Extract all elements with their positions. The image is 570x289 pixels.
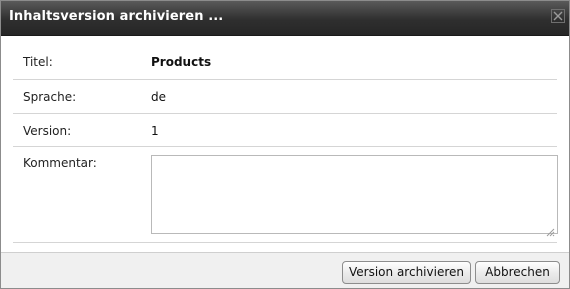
dialog-title: Inhaltsversion archivieren ... <box>9 9 224 24</box>
comment-label: Kommentar: <box>23 156 97 170</box>
language-label: Sprache: <box>23 90 77 104</box>
title-label: Titel: <box>23 55 53 69</box>
close-icon[interactable] <box>551 8 565 23</box>
language-row: Sprache: de <box>13 80 557 114</box>
cancel-button[interactable]: Abbrechen <box>475 261 560 284</box>
comment-textarea[interactable] <box>151 155 558 234</box>
dialog-footer: Version archivieren Abbrechen <box>1 252 569 288</box>
version-row: Version: 1 <box>13 114 557 147</box>
version-value: 1 <box>151 124 159 138</box>
version-label: Version: <box>23 124 72 138</box>
comment-row: Kommentar: <box>13 147 558 243</box>
title-value: Products <box>151 55 212 69</box>
archive-version-dialog: Inhaltsversion archivieren ... Titel: Pr… <box>0 0 570 289</box>
archive-version-button[interactable]: Version archivieren <box>342 261 471 284</box>
dialog-titlebar[interactable]: Inhaltsversion archivieren ... <box>1 1 569 36</box>
language-value: de <box>151 90 166 104</box>
title-row: Titel: Products <box>13 46 557 80</box>
